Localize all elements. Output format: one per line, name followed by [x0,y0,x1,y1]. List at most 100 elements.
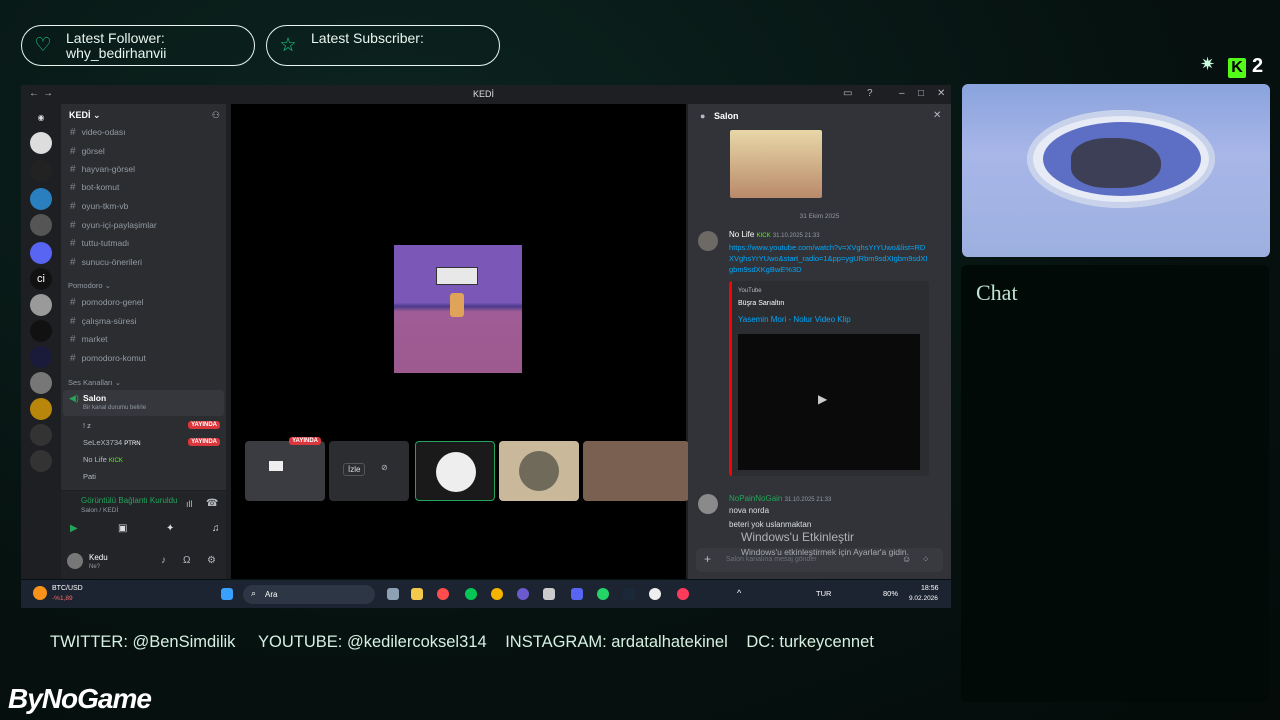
channel-hayvan-gorsel[interactable]: # hayvan-görsel [70,162,135,176]
tray-chevron-icon[interactable]: ^ [737,588,741,598]
channel-video-odasi[interactable]: # video-odası [70,125,126,139]
channel-oyun-ici-paylasimlar[interactable]: # oyun-içi-paylaşimlar [70,218,157,232]
stream-thumbnail[interactable]: YAYINDA [245,437,325,501]
embed-title[interactable]: Yasemin Mori - Nolur Video Klip [738,315,851,324]
voice-user[interactable]: SeLeX3734 PTRN [83,436,141,450]
channel-sunucu-onerileri[interactable]: # sunucu-önerileri [70,255,142,269]
server-icon[interactable] [30,398,52,420]
video-thumbnail[interactable]: ▶ [738,334,920,470]
server-icon[interactable] [30,132,52,154]
clock-time[interactable]: 18:56 [921,585,939,592]
opera-icon[interactable] [437,588,449,600]
voice-user[interactable]: ! z [83,419,91,433]
channel-pomodoro-komut[interactable]: # pomodoro-komut [70,351,146,365]
voice-connection-panel: Görüntülü Bağlantı Kuruldu Salon / KEDİ … [61,490,226,579]
channel-calisma-suresi[interactable]: # çalışma-süresi [70,314,136,328]
game-screen[interactable] [394,245,522,373]
whatsapp-icon[interactable] [597,588,609,600]
start-button-icon[interactable] [221,588,233,600]
task-view-icon[interactable] [387,588,399,600]
forward-arrow-icon[interactable]: → [43,88,53,99]
server-icon[interactable]: ci [30,268,52,290]
back-arrow-icon[interactable]: ← [29,88,39,99]
voice-location[interactable]: Salon / KEDİ [81,507,118,514]
webcam-tile[interactable] [583,441,689,501]
language-indicator[interactable]: TUR [816,589,831,598]
headphones-icon[interactable]: Ω [183,555,190,566]
microphone-icon[interactable]: ♪ [161,555,166,566]
soundboard-icon[interactable]: ♫ [212,523,220,534]
server-icon[interactable] [30,160,52,182]
activation-watermark-title: Windows'u Etkinleştir [741,530,854,544]
voice-channel-salon[interactable]: ◀) Salon Bir kanal durumu belirle [63,390,224,416]
disconnect-icon[interactable]: ☎ [206,498,218,509]
add-member-icon[interactable]: ⚇ [212,110,220,121]
file-explorer-icon[interactable] [411,588,423,600]
close-icon[interactable]: ✕ [933,110,941,121]
help-icon[interactable]: ? [867,88,873,99]
guild-name[interactable]: KEDİ ⌄ [69,110,101,121]
channel-oyun-tkm-vb[interactable]: # oyun-tkm-vb [70,199,128,213]
clock-date[interactable]: 9.02.2026 [909,595,938,602]
server-icon[interactable] [30,188,52,210]
voice-user[interactable]: Pati [83,470,96,484]
ticker-symbol[interactable]: BTC/USD [52,585,83,592]
voice-user[interactable]: No Life KICK [83,453,123,467]
discord-window: ← → KEDİ ▭ ? – □ ✕ ◉ ci KEDİ ⌄ ⚇ # video-… [21,85,951,579]
author-name[interactable]: No Life [729,230,754,239]
channel-market[interactable]: # market [70,332,108,346]
channel-bot-komut[interactable]: # bot-komut [70,180,119,194]
maximize-button[interactable]: □ [918,88,924,99]
inbox-icon[interactable]: ▭ [843,88,852,99]
obs-icon[interactable] [517,588,529,600]
search-box[interactable]: ⌕ Ara [243,585,375,604]
screen-share-icon[interactable]: ▣ [118,523,127,534]
category-voice[interactable]: Ses Kanalları ⌄ [68,378,121,387]
plus-icon[interactable]: + [704,552,711,566]
youtube-link[interactable]: https://www.youtube.com/watch?v=XVghsYrY… [729,242,929,275]
server-icon[interactable] [30,424,52,446]
user-tile[interactable] [499,441,579,501]
voice-channel-status[interactable]: Bir kanal durumu belirle [83,405,146,411]
server-icon[interactable] [30,346,52,368]
voice-channel-name: Salon [83,393,107,403]
channel-pomodoro-genel[interactable]: # pomodoro-genel [70,295,143,309]
play-icon[interactable]: ▶ [818,392,827,406]
close-button[interactable]: ✕ [937,88,945,99]
settings-gear-icon[interactable]: ⚙ [207,555,216,566]
minimize-button[interactable]: – [899,88,905,99]
server-icon[interactable] [30,214,52,236]
folder-icon[interactable] [30,242,52,264]
server-icon[interactable] [30,450,52,472]
pen-icon[interactable] [543,588,555,600]
discord-icon[interactable] [571,588,583,600]
server-icon[interactable] [30,294,52,316]
avatar[interactable] [698,494,718,514]
server-icon[interactable] [30,372,52,394]
app-icon[interactable] [677,588,689,600]
discord-home-icon[interactable]: ◉ [30,107,52,129]
app-icon[interactable] [649,588,661,600]
chrome-icon[interactable] [491,588,503,600]
author-name[interactable]: NoPainNoGain [729,494,782,503]
battery-level[interactable]: 80% [883,589,898,598]
line-icon[interactable] [465,588,477,600]
channel-tuttu-tutmadi[interactable]: # tuttu-tutmadı [70,236,129,250]
noise-suppression-icon[interactable]: ıll [186,499,193,509]
camera-icon[interactable]: ▶ [70,523,78,534]
stream-thumbnail[interactable]: İzle ⊘ [329,441,409,501]
watch-button[interactable]: İzle [343,463,366,476]
hidden-eye-icon[interactable]: ⊘ [381,463,388,472]
steam-icon[interactable] [623,588,635,600]
apps-icon[interactable]: ⁘ [922,554,930,565]
channel-gorsel[interactable]: # görsel [70,144,105,158]
avatar[interactable] [698,231,718,251]
avatar[interactable] [67,553,83,569]
embed-author[interactable]: Büşra Sarıaltın [738,300,784,307]
user-tile[interactable] [415,441,495,501]
shared-image[interactable] [730,130,822,198]
activities-icon[interactable]: ✦ [166,523,174,534]
game-character [450,293,464,317]
server-icon[interactable] [30,320,52,342]
category-pomodoro[interactable]: Pomodoro ⌄ [68,281,111,290]
